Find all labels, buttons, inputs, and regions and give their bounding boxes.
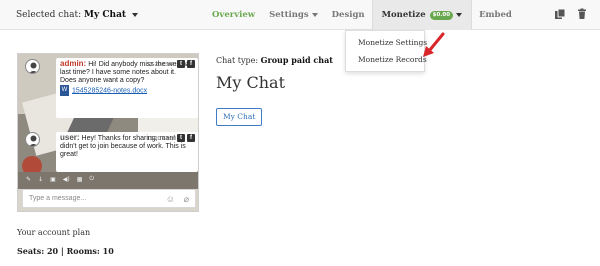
facebook-icon[interactable]: f xyxy=(187,134,195,142)
download-icon[interactable]: ↓ xyxy=(38,176,43,183)
tab-embed-label: Embed xyxy=(479,10,512,20)
power-icon[interactable]: ⏻ xyxy=(89,175,94,183)
plan-stats: Seats: 20 | Rooms: 10 xyxy=(17,246,114,256)
message-input[interactable]: Type a message... ☺ ⌀ xyxy=(22,189,196,208)
copy-icon[interactable] xyxy=(554,8,566,20)
chat-preview: admin: 12-20 13:48 t f Hi! Did anybody m… xyxy=(17,53,199,212)
emoji-icon[interactable]: ☺ xyxy=(166,194,175,204)
chat-type: Chat type: Group paid chat xyxy=(216,55,333,65)
tab-overview[interactable]: Overview xyxy=(205,0,262,30)
chat-message: admin: 12-20 13:48 t f Hi! Did anybody m… xyxy=(56,58,198,118)
plan-label: Your account plan xyxy=(17,228,91,237)
top-actions xyxy=(554,8,588,20)
message-time: 12-20 13:50 xyxy=(146,136,176,142)
chevron-down-icon xyxy=(456,13,463,17)
volume-icon[interactable]: ◀) xyxy=(63,176,70,183)
attachment-link[interactable]: 1545285246-notes.docx xyxy=(72,87,147,94)
qr-icon[interactable]: ▦ xyxy=(77,176,83,183)
chat-type-label: Chat type: xyxy=(216,56,259,65)
message-time: 12-20 13:48 xyxy=(146,62,176,68)
twitter-icon[interactable]: t xyxy=(177,60,185,68)
chevron-down-icon xyxy=(311,13,318,17)
tab-overview-label: Overview xyxy=(212,10,256,20)
seats-count: Seats: 20 xyxy=(17,246,59,256)
balance-badge: $0.00 xyxy=(429,10,454,20)
main-nav: Overview Settings Design Monetize $0.00 … xyxy=(205,0,519,30)
chat-toolbar: ✎ ↓ ▣ ◀) ▦ ⏻ xyxy=(18,172,198,186)
share-icons: t f xyxy=(177,134,195,142)
tab-settings-label: Settings xyxy=(269,10,309,20)
tab-design[interactable]: Design xyxy=(325,0,372,30)
avatar xyxy=(25,59,40,74)
page-title: My Chat xyxy=(216,73,286,92)
plan-separator: | xyxy=(60,246,64,256)
paperclip-icon[interactable]: ⌀ xyxy=(184,194,189,205)
chat-type-value: Group paid chat xyxy=(260,55,333,65)
share-icons: t f xyxy=(177,60,195,68)
rooms-count: Rooms: 10 xyxy=(66,246,114,256)
message-input-placeholder: Type a message... xyxy=(29,195,87,202)
tab-monetize[interactable]: Monetize $0.00 xyxy=(371,0,473,30)
message-author: admin: xyxy=(60,59,87,68)
open-chat-button[interactable]: My Chat xyxy=(216,108,263,126)
pin-icon[interactable]: ✎ xyxy=(26,176,31,183)
top-bar: Selected chat: My Chat Overview Settings… xyxy=(0,0,600,30)
menu-item-monetize-records[interactable]: Monetize Records xyxy=(346,51,427,68)
facebook-icon[interactable]: f xyxy=(187,60,195,68)
selected-chat-label: Selected chat: xyxy=(16,10,82,20)
monetize-dropdown: Monetize Settings Monetize Records xyxy=(345,30,427,72)
image-icon[interactable]: ▣ xyxy=(50,176,56,183)
chat-selector[interactable]: Selected chat: My Chat xyxy=(16,10,138,20)
tab-settings[interactable]: Settings xyxy=(262,0,325,30)
chevron-down-icon xyxy=(131,12,138,17)
selected-chat-name: My Chat xyxy=(84,10,127,20)
document-icon: W xyxy=(60,85,69,96)
tab-embed[interactable]: Embed xyxy=(472,0,519,30)
twitter-icon[interactable]: t xyxy=(177,134,185,142)
tab-design-label: Design xyxy=(331,10,365,20)
chat-message: user: 12-20 13:50 t f Hey! Thanks for sh… xyxy=(56,132,198,172)
trash-icon[interactable] xyxy=(576,8,588,20)
menu-item-monetize-settings[interactable]: Monetize Settings xyxy=(346,34,427,51)
red-arrow-icon xyxy=(423,32,445,57)
message-author: user: xyxy=(60,133,80,142)
avatar xyxy=(25,132,40,147)
attachment[interactable]: W 1545285246-notes.docx xyxy=(60,85,194,96)
tab-monetize-label: Monetize xyxy=(381,10,426,20)
